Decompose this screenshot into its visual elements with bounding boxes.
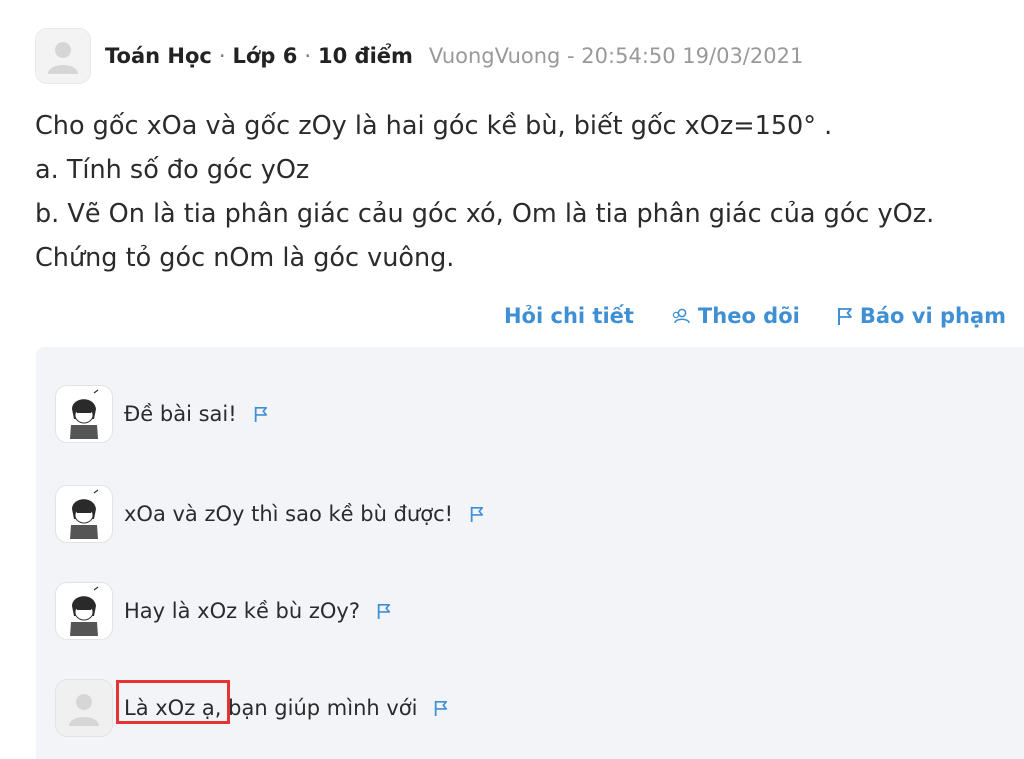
follow-icon bbox=[672, 308, 690, 324]
separator: · bbox=[304, 44, 311, 68]
question-line: Chứng tỏ góc nOm là góc vuông. bbox=[35, 243, 455, 273]
ask-detail-label: Hỏi chi tiết bbox=[503, 304, 634, 328]
comment-text: xOa và zOy thì sao kề bù được! bbox=[124, 502, 454, 526]
commenter-avatar[interactable] bbox=[55, 582, 113, 640]
comment-text: Hay là xOz kề bù zOy? bbox=[124, 599, 360, 623]
comment-item: Là xOz ạ, bạn giúp mình với bbox=[55, 679, 449, 737]
question-header: Toán Học · Lớp 6 · 10 điểm VuongVuong - … bbox=[35, 28, 803, 84]
comment-text: Đề bài sai! bbox=[124, 402, 237, 426]
grade-label[interactable]: Lớp 6 bbox=[233, 44, 298, 68]
comment-item: Hay là xOz kề bù zOy? bbox=[55, 582, 392, 640]
commenter-avatar[interactable] bbox=[55, 485, 113, 543]
report-label: Báo vi phạm bbox=[859, 304, 1006, 328]
default-user-icon bbox=[69, 694, 99, 726]
question-body: Cho gốc xOa và gốc zOy là hai góc kề bù,… bbox=[35, 104, 1020, 280]
separator: · bbox=[218, 44, 226, 68]
anime-avatar-icon bbox=[70, 586, 99, 636]
report-comment-button[interactable] bbox=[469, 504, 485, 524]
default-user-icon bbox=[48, 42, 78, 74]
user-avatar[interactable] bbox=[35, 28, 91, 84]
commenter-avatar[interactable] bbox=[55, 385, 113, 443]
flag-icon bbox=[435, 700, 448, 716]
question-line: a. Tính số đo góc yOz bbox=[35, 155, 310, 185]
page: Toán Học · Lớp 6 · 10 điểm VuongVuong - … bbox=[0, 0, 1024, 759]
flag-icon bbox=[837, 308, 852, 325]
comments-panel: Đề bài sai! xOa và zOy thì sao kề bù đượ… bbox=[36, 347, 1024, 759]
comment-item: Đề bài sai! bbox=[55, 385, 269, 443]
report-button[interactable]: Báo vi phạm bbox=[836, 304, 1006, 328]
points-label: 10 điểm bbox=[318, 44, 413, 68]
flag-icon bbox=[470, 506, 484, 522]
ask-detail-button[interactable]: Hỏi chi tiết bbox=[504, 304, 634, 328]
flag-icon bbox=[254, 406, 267, 422]
question-line: Cho gốc xOa và gốc zOy là hai góc kề bù,… bbox=[35, 111, 833, 141]
anime-avatar-icon bbox=[70, 489, 99, 539]
flag-icon bbox=[377, 603, 391, 619]
commenter-avatar[interactable] bbox=[55, 679, 113, 737]
question-actions: Hỏi chi tiết Theo dõi Báo vi phạm bbox=[504, 304, 1006, 328]
question-line: b. Vẽ On là tia phân giác cảu góc xó, Om… bbox=[35, 199, 935, 229]
comment-item: xOa và zOy thì sao kề bù được! bbox=[55, 485, 485, 543]
question-meta: Toán Học · Lớp 6 · 10 điểm VuongVuong - … bbox=[105, 44, 803, 68]
follow-button[interactable]: Theo dõi bbox=[670, 304, 800, 328]
subject-label[interactable]: Toán Học bbox=[105, 44, 212, 68]
anime-avatar-icon bbox=[70, 389, 99, 439]
author-timestamp[interactable]: VuongVuong - 20:54:50 19/03/2021 bbox=[429, 44, 803, 68]
comment-text: Là xOz ạ, bạn giúp mình với bbox=[124, 696, 418, 720]
report-comment-button[interactable] bbox=[376, 601, 392, 621]
report-comment-button[interactable] bbox=[433, 698, 449, 718]
report-comment-button[interactable] bbox=[253, 404, 269, 424]
follow-label: Theo dõi bbox=[697, 304, 800, 328]
